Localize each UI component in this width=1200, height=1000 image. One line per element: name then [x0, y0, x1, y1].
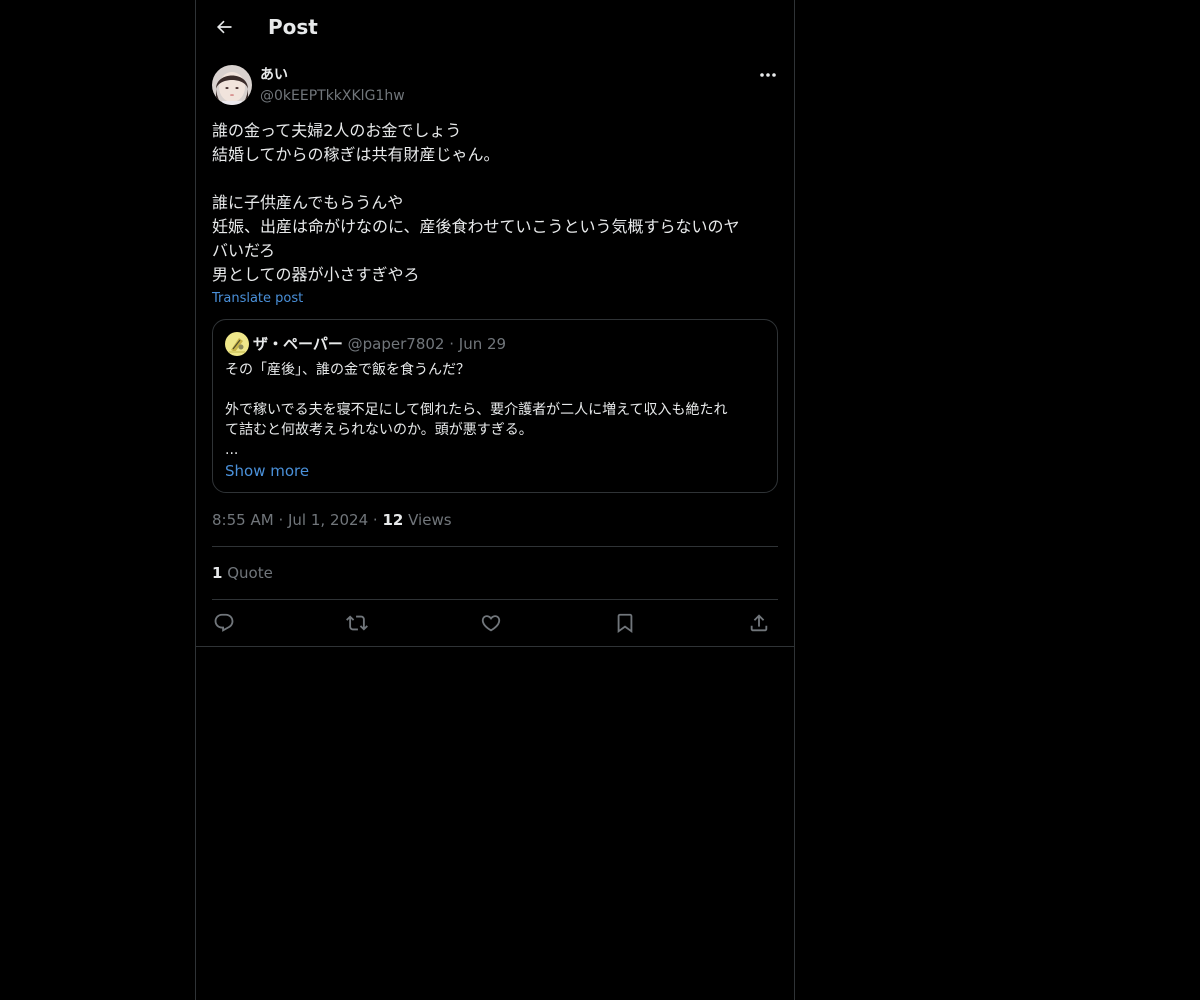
author-name[interactable]: あい: [260, 65, 288, 85]
post-text-line: 誰に子供産んでもらうんや: [212, 193, 404, 212]
quoted-author-avatar: [225, 332, 249, 356]
meta-separator: ·: [449, 335, 455, 353]
share-icon: [748, 612, 770, 634]
page-title: Post: [268, 15, 318, 39]
post-text-line: 結婚してからの稼ぎは共有財産じゃん。: [212, 145, 500, 164]
quote-count: 1: [212, 564, 223, 582]
quoted-post-date: Jun 29: [458, 335, 507, 353]
quoted-text-line: 外で稼いでる夫を寝不足にして倒れたら、要介護者が二人に増えて収入も絶たれ: [225, 402, 728, 418]
like-button[interactable]: [479, 611, 503, 635]
more-horizontal-icon: [759, 72, 777, 78]
bookmark-button[interactable]: [613, 611, 637, 635]
quoted-author-name: ザ・ペーパー: [253, 335, 343, 353]
translate-post-link[interactable]: Translate post: [212, 290, 303, 308]
quoted-author-handle: @paper7802: [347, 335, 445, 353]
quoted-post-text: その「産後」、誰の金で飯を食うんだ？ 外で稼いでる夫を寝不足にして倒れたら、要介…: [225, 360, 769, 460]
primary-column: Post あい @0kEEPTkkXKlG1hw 誰の金って夫婦2人のお金でしょ…: [195, 0, 795, 1000]
post-text-line: 妊娠、出産は命がけなのに、産後食わせていこうという気概すらないのヤ: [212, 217, 740, 236]
like-icon: [480, 612, 502, 634]
back-button[interactable]: [206, 9, 242, 45]
post-timestamp: 8:55 AM · Jul 1, 2024 · 12 Views: [212, 509, 452, 531]
quoted-text-line: て詰むと何故考えられないのか。頭が悪すぎる。: [225, 422, 533, 438]
views-label: Views: [408, 511, 452, 529]
post-actions-bar: [212, 600, 778, 646]
share-button[interactable]: [747, 611, 771, 635]
meta-separator: ·: [372, 511, 378, 529]
quoted-post-meta: ザ・ペーパー @paper7802 · Jun 29: [253, 333, 506, 355]
post-text: 誰の金って夫婦2人のお金でしょう 結婚してからの稼ぎは共有財産じゃん。 誰に子供…: [212, 119, 778, 287]
post-header: Post: [196, 0, 794, 54]
meta-separator: ·: [278, 511, 284, 529]
post-text-line: 男としての器が小さすぎやろ: [212, 265, 420, 284]
divider: [196, 646, 794, 647]
reply-button[interactable]: [212, 611, 236, 635]
post-date[interactable]: Jul 1, 2024: [288, 511, 368, 529]
post-text-line: バいだろ: [212, 241, 276, 260]
reply-icon: [213, 612, 235, 634]
quotes-stat-link[interactable]: 1 Quote: [212, 562, 273, 584]
quote-label: Quote: [227, 564, 273, 582]
quoted-text-line: ...: [225, 442, 239, 458]
show-more-link[interactable]: Show more: [225, 460, 309, 482]
repost-icon: [346, 612, 368, 634]
post-text-line: 誰の金って夫婦2人のお金でしょう: [212, 121, 462, 140]
author-handle[interactable]: @0kEEPTkkXKlG1hw: [260, 86, 405, 106]
quoted-text-line: その「産後」、誰の金で飯を食うんだ？: [225, 362, 470, 378]
post-text-line: [212, 167, 778, 191]
views-count: 12: [382, 511, 404, 529]
bookmark-icon: [614, 612, 636, 634]
repost-button[interactable]: [345, 611, 369, 635]
quoted-post-card[interactable]: ザ・ペーパー @paper7802 · Jun 29 その「産後」、誰の金で飯を…: [212, 319, 778, 493]
divider: [212, 546, 778, 547]
quoted-text-line: [225, 380, 769, 400]
post-time[interactable]: 8:55 AM: [212, 511, 274, 529]
arrow-left-icon: [214, 17, 234, 37]
more-options-button[interactable]: [756, 64, 780, 86]
author-avatar[interactable]: [212, 65, 252, 105]
